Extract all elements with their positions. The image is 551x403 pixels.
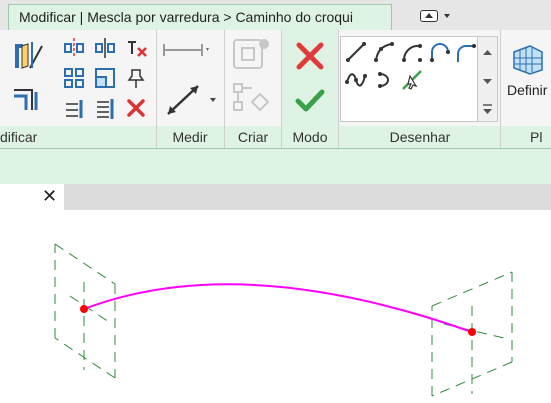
trim-extend-icon[interactable] [62, 96, 86, 120]
panel-separator [500, 30, 501, 148]
panel-label-desenhar: Desenhar [389, 129, 451, 145]
spline-icon[interactable] [344, 68, 368, 92]
close-view-icon[interactable]: ✕ [42, 186, 57, 207]
panel-label-medir: Medir [172, 129, 208, 145]
trim-multiple-icon[interactable] [93, 96, 117, 120]
panel-separator [224, 30, 225, 148]
aligned-dimension-icon[interactable] [162, 38, 210, 62]
scale-icon[interactable] [93, 66, 117, 90]
sketch-view [54, 243, 513, 397]
gallery-expand-icon[interactable] [478, 95, 497, 123]
partial-ellipse-icon[interactable] [372, 68, 396, 92]
contextual-tab-label: Modificar | Mescla por varredura > Camin… [19, 9, 353, 25]
create-group-icon [230, 36, 272, 72]
gallery-scroll-up-icon[interactable] [478, 39, 497, 67]
gallery-scroll-down-icon[interactable] [478, 67, 497, 95]
pick-lines-icon[interactable] [400, 68, 424, 92]
split-element-icon[interactable] [124, 36, 148, 60]
panel-label-modificar: dificar [0, 129, 38, 145]
pin-icon[interactable] [124, 66, 148, 90]
panel-label-plano: Pl [530, 129, 543, 145]
align-tool-icon[interactable] [10, 38, 46, 74]
view-tab[interactable]: ✕ [0, 184, 64, 210]
arc-start-end-icon[interactable] [372, 40, 396, 64]
tangent-arc-icon[interactable] [428, 40, 452, 64]
create-parts-icon [230, 80, 272, 116]
define-button-label[interactable]: Definir [507, 82, 547, 98]
delete-icon[interactable] [124, 96, 148, 120]
panel-separator [338, 30, 339, 148]
toggle-ribbon-icon[interactable] [420, 10, 438, 22]
arc-center-ends-icon[interactable] [400, 40, 424, 64]
fillet-arc-icon[interactable] [454, 40, 478, 64]
path-start-point [80, 305, 88, 313]
array-icon[interactable] [62, 66, 86, 90]
gallery-scrollbar[interactable] [478, 36, 498, 122]
contextual-tab[interactable]: Modificar | Mescla por varredura > Camin… [8, 4, 392, 30]
mirror-draw-icon[interactable] [93, 36, 117, 60]
cancel-edit-mode-icon[interactable] [294, 40, 326, 72]
offset-tool-icon[interactable] [10, 82, 46, 118]
line-icon[interactable] [344, 40, 368, 64]
drawing-canvas[interactable] [0, 210, 551, 403]
set-work-plane-icon[interactable] [510, 40, 546, 76]
mirror-axis-icon[interactable] [62, 36, 86, 60]
panel-separator [156, 30, 157, 148]
view-tab-strip [0, 184, 551, 210]
finish-edit-mode-icon[interactable] [294, 84, 326, 116]
panel-label-modo: Modo [292, 129, 328, 145]
options-bar [0, 148, 551, 184]
sweep-path-curve [83, 283, 473, 333]
dropdown-arrow-icon[interactable] [444, 14, 450, 18]
measure-distance-icon[interactable] [162, 82, 218, 118]
path-end-point [468, 328, 476, 336]
panel-label-criar: Criar [237, 129, 269, 145]
